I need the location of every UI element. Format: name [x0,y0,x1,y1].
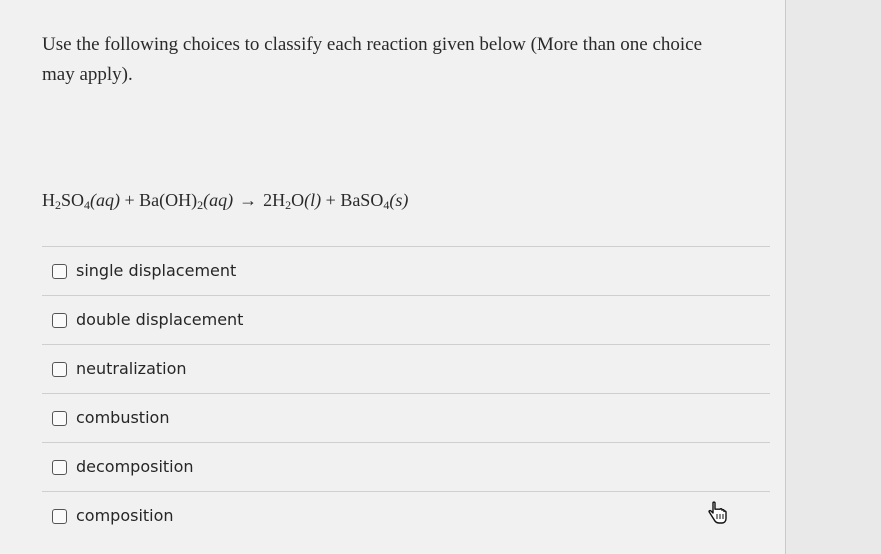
eq-state: (s) [389,190,409,210]
eq-plus: + [120,190,140,210]
prompt-line-1: Use the following choices to classify ea… [42,34,703,55]
hand-pointer-icon [708,501,727,524]
reactant-h2so4: H2SO4(aq) [42,190,121,211]
eq-text: BaSO [340,190,384,210]
reactant-baoh2: Ba(OH)2(aq) [139,190,234,211]
eq-text: SO [61,190,85,210]
question-prompt: Use the following choices to classify ea… [42,30,777,90]
checkbox[interactable] [52,509,67,524]
chemical-equation: H2SO4(aq) + Ba(OH)2(aq) → 2H2O(l) + BaSO4(… [42,188,408,212]
choice-composition[interactable]: composition [42,491,770,540]
checkbox[interactable] [52,411,67,426]
question-panel: Use the following choices to classify ea… [0,0,786,554]
eq-state: (l) [304,190,322,210]
choice-decomposition[interactable]: decomposition [42,442,770,491]
eq-plus: + [321,190,341,210]
choice-single-displacement[interactable]: single displacement [42,246,770,295]
eq-text: O [291,190,305,210]
checkbox[interactable] [52,460,67,475]
choice-combustion[interactable]: combustion [42,393,770,442]
choice-label[interactable]: single displacement [76,261,236,280]
checkbox[interactable] [52,313,67,328]
choice-label[interactable]: composition [76,506,174,525]
prompt-line-2: may apply). [42,64,133,85]
eq-text: Ba(OH) [139,190,198,210]
choice-label[interactable]: double displacement [76,310,243,329]
checkbox[interactable] [52,362,67,377]
choice-label[interactable]: combustion [76,408,169,427]
eq-state: (aq) [90,190,121,210]
choice-neutralization[interactable]: neutralization [42,344,770,393]
eq-state: (aq) [203,190,234,210]
product-baso4: BaSO4(s) [340,190,409,211]
eq-text: H [42,190,55,210]
reaction-arrow-icon: → [239,190,258,210]
choice-list: single displacement double displacement … [42,246,770,540]
product-water: 2H2O(l) [263,190,322,211]
choice-double-displacement[interactable]: double displacement [42,295,770,344]
choice-label[interactable]: decomposition [76,457,194,476]
eq-text: 2H [263,190,286,210]
checkbox[interactable] [52,264,67,279]
page-margin [786,0,881,554]
choice-label[interactable]: neutralization [76,359,187,378]
